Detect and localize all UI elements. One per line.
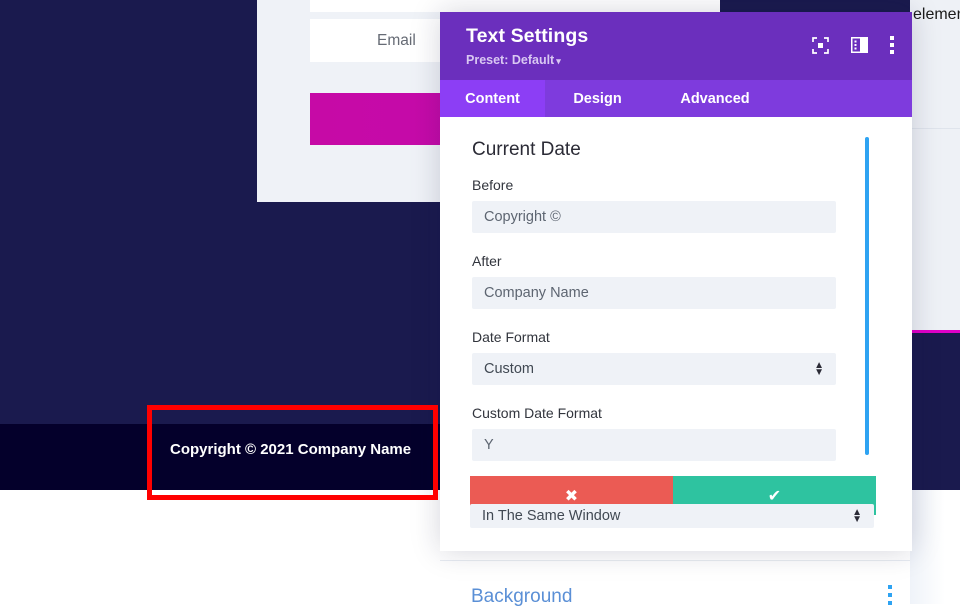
- section-title-current-date: Current Date: [472, 139, 581, 160]
- modal-header: Text Settings Preset: Default ▾: [440, 12, 912, 80]
- layout-panel-icon[interactable]: [850, 36, 869, 54]
- tab-advanced[interactable]: Advanced: [650, 80, 780, 117]
- right-white-strip: [910, 490, 960, 604]
- custom-date-format-value: Y: [484, 437, 494, 453]
- modal-header-icons: [812, 36, 894, 54]
- modal-preset-selector[interactable]: Preset: Default ▾: [466, 53, 892, 67]
- optin-email-label: Email: [377, 31, 416, 49]
- after-text-input[interactable]: Company Name: [472, 277, 836, 309]
- tab-design[interactable]: Design: [545, 80, 650, 117]
- builder-hint-text: elemen: [913, 6, 960, 23]
- select-arrows-icon: ▲ ▼: [814, 360, 824, 378]
- link-target-select[interactable]: In The Same Window ▲ ▼: [470, 504, 874, 528]
- optin-field-name[interactable]: [310, 0, 720, 12]
- date-format-select[interactable]: Custom ▲ ▼: [472, 353, 836, 385]
- field-label-date-format: Date Format: [472, 329, 550, 345]
- chevron-down-icon: ▾: [556, 56, 561, 67]
- link-target-value: In The Same Window: [482, 508, 621, 524]
- tab-advanced-label: Advanced: [680, 90, 750, 107]
- modal-scrollbar-thumb[interactable]: [865, 137, 869, 455]
- save-icon: ✔: [767, 487, 782, 505]
- field-label-after: After: [472, 253, 502, 269]
- tab-content-label: Content: [465, 90, 520, 107]
- right-page-strip: [910, 0, 960, 330]
- section-divider: [440, 560, 910, 561]
- modal-preset-label: Preset: Default: [466, 53, 555, 68]
- cancel-icon: ✖: [564, 487, 579, 505]
- field-label-custom-date-format: Custom Date Format: [472, 405, 602, 421]
- text-settings-modal: Text Settings Preset: Default ▾ Content …: [440, 12, 912, 551]
- after-text-value: Company Name: [484, 285, 589, 301]
- tab-design-label: Design: [573, 90, 622, 107]
- copyright-text: Copyright © 2021 Company Name: [170, 441, 412, 458]
- before-text-value: Copyright ©: [484, 209, 561, 225]
- date-format-value: Custom: [484, 361, 534, 377]
- right-navy-section: [910, 330, 960, 490]
- tab-content[interactable]: Content: [440, 80, 545, 117]
- module-options-icon[interactable]: [883, 583, 897, 607]
- right-divider: [910, 128, 960, 129]
- more-options-icon[interactable]: [890, 36, 894, 54]
- field-label-before: Before: [472, 177, 514, 193]
- modal-tab-bar: Content Design Advanced: [440, 80, 912, 117]
- before-text-input[interactable]: Copyright ©: [472, 201, 836, 233]
- background-section-heading: Background: [471, 586, 573, 607]
- select-arrows-icon: ▲ ▼: [852, 507, 862, 525]
- focus-icon[interactable]: [812, 36, 829, 54]
- custom-date-format-input[interactable]: Y: [472, 429, 836, 461]
